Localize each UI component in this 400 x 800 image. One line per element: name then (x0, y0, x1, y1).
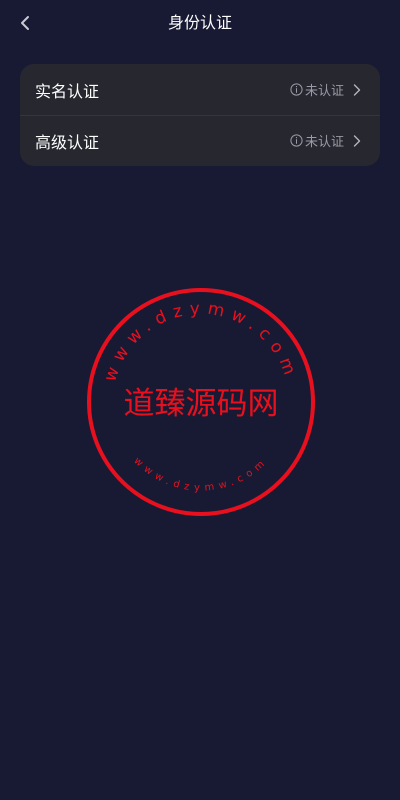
status-text: 未认证 (304, 84, 344, 99)
page-title: 身份认证 (167, 13, 232, 32)
verification-card: 实名认证 未认证 高级认证 未认证 (20, 64, 380, 166)
row-label: 高级认证 (35, 132, 100, 152)
advanced-verification-row[interactable]: 高级认证 未认证 (20, 115, 380, 166)
row-label: 实名认证 (35, 81, 100, 101)
chevron-right-icon (352, 83, 362, 97)
status-text: 未认证 (304, 135, 344, 150)
chevron-right-icon (352, 134, 362, 148)
status-group: 未认证 (290, 80, 362, 99)
watermark-seal: www.dzymw.com 道臻源码网 www.dzymw.com (87, 288, 315, 516)
real-name-verification-row[interactable]: 实名认证 未认证 (20, 64, 380, 115)
info-icon (290, 134, 303, 147)
status-group: 未认证 (290, 131, 362, 150)
seal-bottom-text: www.dzymw.com (131, 456, 270, 494)
seal-center-text: 道臻源码网 (124, 386, 279, 422)
header-bar: 身份认证 (0, 0, 400, 46)
info-icon (290, 83, 303, 96)
seal-top-text: www.dzymw.com (100, 299, 301, 384)
